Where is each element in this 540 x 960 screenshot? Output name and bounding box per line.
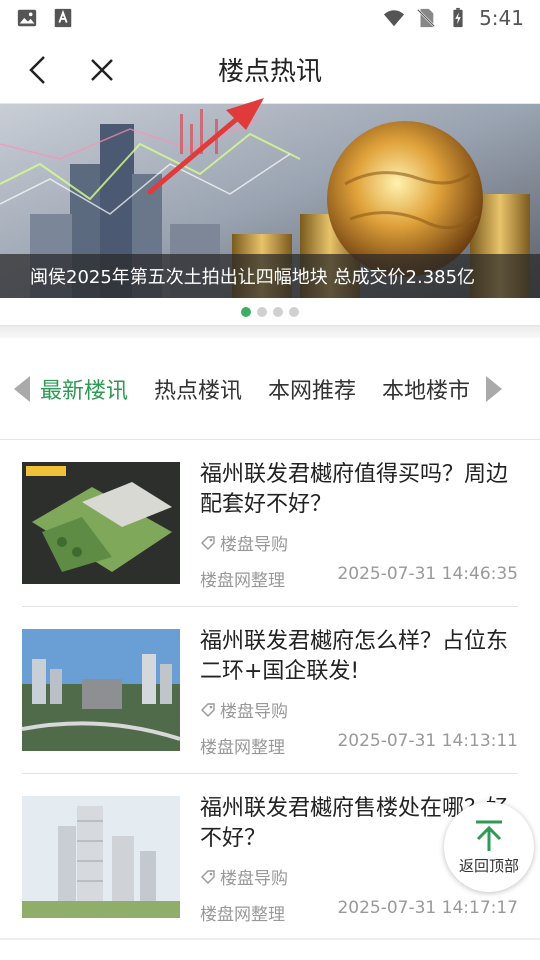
article-date: 2025-07-31 14:13:11 bbox=[337, 731, 518, 751]
close-icon bbox=[91, 58, 113, 81]
arrow-up-icon bbox=[476, 820, 502, 851]
article-source: 楼盘网整理 bbox=[200, 905, 285, 925]
back-to-top-button[interactable]: 返回顶部 bbox=[444, 802, 534, 892]
article-tag: 楼盘导购 bbox=[200, 864, 288, 889]
carousel-dot[interactable] bbox=[273, 306, 283, 317]
back-to-top-label: 返回顶部 bbox=[458, 856, 519, 875]
category-tabs: 最新楼讯 热点楼讯 本网推荐 本地楼市 bbox=[0, 338, 540, 440]
article-date: 2025-07-31 14:17:17 bbox=[337, 898, 518, 918]
article-thumbnail bbox=[22, 462, 180, 584]
tag-icon bbox=[201, 702, 215, 717]
article-thumbnail bbox=[22, 796, 180, 918]
chevron-left-icon bbox=[29, 55, 45, 84]
tab-latest[interactable]: 最新楼讯 bbox=[40, 373, 128, 405]
battery-charging-icon bbox=[453, 7, 463, 28]
triangle-right-icon bbox=[486, 375, 503, 402]
tabs-scroll-left-button[interactable] bbox=[4, 369, 40, 409]
wifi-icon bbox=[383, 10, 405, 27]
tabs-scroll-right-button[interactable] bbox=[476, 369, 512, 409]
tab-hot[interactable]: 热点楼讯 bbox=[154, 373, 242, 405]
article-tag-label: 楼盘导购 bbox=[220, 869, 288, 889]
bottom-edge bbox=[0, 938, 540, 940]
article-date: 2025-07-31 14:46:35 bbox=[337, 564, 518, 584]
image-notification-icon bbox=[17, 9, 37, 27]
text-notification-icon bbox=[54, 8, 72, 28]
triangle-left-icon bbox=[14, 375, 30, 402]
carousel-dot[interactable] bbox=[257, 306, 267, 317]
tag-icon bbox=[201, 869, 215, 884]
status-bar: 5:41 bbox=[0, 0, 540, 36]
article-item[interactable]: 福州联发君樾府值得买吗？周边配套好不好？ 楼盘导购 楼盘网整理 2025-07-… bbox=[22, 440, 518, 607]
article-tag-label: 楼盘导购 bbox=[220, 702, 288, 722]
carousel-dot[interactable] bbox=[289, 306, 299, 317]
top-nav-bar: 楼点热讯 bbox=[0, 36, 540, 104]
article-tag: 楼盘导购 bbox=[200, 697, 288, 722]
section-divider bbox=[0, 326, 540, 338]
article-source: 楼盘网整理 bbox=[200, 571, 285, 591]
article-title: 福州联发君樾府值得买吗？周边配套好不好？ bbox=[200, 462, 509, 517]
banner-caption: 闽侯2025年第五次土拍出让四幅地块 总成交价2.385亿 bbox=[0, 254, 540, 298]
article-title: 福州联发君樾府怎么样？占位东二环+国企联发! bbox=[200, 629, 509, 684]
carousel-dot[interactable] bbox=[241, 306, 251, 317]
article-thumbnail bbox=[22, 629, 180, 751]
tag-icon bbox=[201, 535, 215, 550]
article-list: 福州联发君樾府值得买吗？周边配套好不好？ 楼盘导购 楼盘网整理 2025-07-… bbox=[22, 440, 518, 941]
article-item[interactable]: 福州联发君樾府售楼处在哪？好不好？ 楼盘导购 楼盘网整理 2025-07-31 … bbox=[22, 774, 518, 941]
article-tag-label: 楼盘导购 bbox=[220, 535, 288, 555]
no-sim-icon bbox=[417, 8, 436, 28]
back-button[interactable] bbox=[14, 46, 62, 94]
close-button[interactable] bbox=[78, 46, 126, 94]
article-source: 楼盘网整理 bbox=[200, 738, 285, 758]
clock: 5:41 bbox=[479, 6, 524, 30]
article-tag: 楼盘导购 bbox=[200, 530, 288, 555]
article-item[interactable]: 福州联发君樾府怎么样？占位东二环+国企联发! 楼盘导购 楼盘网整理 2025-0… bbox=[22, 607, 518, 774]
tab-recommended[interactable]: 本网推荐 bbox=[268, 373, 356, 405]
carousel-indicator bbox=[0, 298, 540, 326]
banner-carousel[interactable]: 闽侯2025年第五次土拍出让四幅地块 总成交价2.385亿 bbox=[0, 104, 540, 298]
tab-local-market[interactable]: 本地楼市 bbox=[382, 373, 470, 405]
